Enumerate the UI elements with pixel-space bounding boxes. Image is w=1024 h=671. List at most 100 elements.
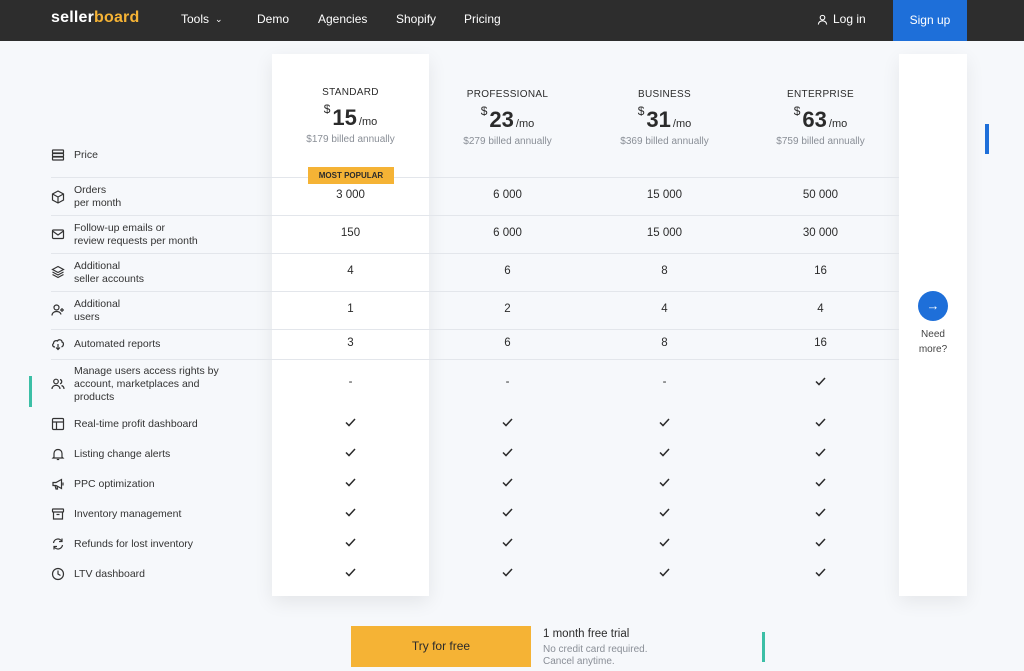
plan-price: $23/mo (480, 104, 535, 132)
check-icon (742, 477, 899, 489)
check-icon (429, 447, 586, 459)
feature-label: Automated reports (74, 338, 161, 350)
check-icon (429, 417, 586, 429)
plan-name: PROFESSIONAL (466, 89, 549, 100)
clock-icon (51, 567, 65, 581)
feature-label: Additional users (74, 298, 121, 323)
feature-label: PPC optimization (74, 478, 155, 490)
plan-business: BUSINESS $31/mo $369 billed annually (586, 89, 743, 147)
cell-business: 4 (661, 303, 668, 315)
plan-billed: $179 billed annually (306, 134, 395, 145)
row-highlight-marker (29, 376, 32, 407)
nav-pricing[interactable]: Pricing (464, 12, 501, 26)
cell-standard: 1 (347, 303, 354, 315)
cell-business: 8 (661, 265, 668, 277)
logo[interactable]: sellerboard (51, 9, 139, 27)
feature-row-access-rights: Manage users access rights by account, m… (51, 359, 899, 409)
cell-enterprise: 50 000 (802, 189, 839, 201)
users-icon (51, 378, 65, 390)
cell-standard: 4 (347, 265, 354, 277)
cell-professional: 6 000 (493, 189, 522, 201)
feature-label: Manage users access rights by account, m… (74, 365, 219, 403)
box-icon (51, 190, 65, 204)
most-popular-badge: MOST POPULAR (308, 167, 394, 184)
feature-row-inventory: Inventory management (51, 499, 899, 529)
price-tag-icon (51, 149, 65, 161)
plan-price: $31/mo (637, 104, 692, 132)
feature-label: Orders per month (74, 184, 122, 209)
plan-professional: PROFESSIONAL $23/mo $279 billed annually (429, 89, 586, 147)
feature-row-additional-users: Additional users 1 2 4 4 (51, 291, 899, 329)
feature-row-followup-emails: Follow-up emails or review requests per … (51, 215, 899, 253)
cell-enterprise: 16 (814, 265, 827, 277)
cell-professional: 2 (504, 303, 511, 315)
check-icon (586, 447, 743, 459)
feature-label: Listing change alerts (74, 448, 171, 460)
feature-label: Refunds for lost inventory (74, 538, 194, 550)
feature-row-listing-alerts: Listing change alerts (51, 439, 899, 469)
cell-enterprise: 4 (817, 303, 824, 315)
plan-billed: $759 billed annually (776, 136, 865, 147)
cell-business: - (662, 376, 667, 388)
plan-billed: $279 billed annually (463, 136, 552, 147)
check-icon (586, 537, 743, 549)
check-icon (272, 507, 429, 519)
plan-price: $15/mo (323, 102, 378, 130)
plan-standard: STANDARD $15/mo $179 billed annually (272, 87, 429, 145)
cell-professional: - (505, 376, 510, 388)
check-icon (742, 417, 899, 429)
plan-name: ENTERPRISE (787, 89, 854, 100)
need-more-label: Need more? (918, 329, 948, 355)
plan-price: $63/mo (793, 104, 848, 132)
try-for-free-button[interactable]: Try for free (351, 626, 531, 667)
check-icon (742, 537, 899, 549)
chevron-down-icon: ⌄ (215, 14, 223, 24)
check-icon (272, 567, 429, 579)
feature-label: Inventory management (74, 508, 182, 520)
archive-icon (51, 508, 65, 520)
feature-label: Additional seller accounts (74, 260, 145, 285)
cell-professional: 6 000 (493, 227, 522, 239)
feature-row-refunds: Refunds for lost inventory (51, 529, 899, 559)
feature-label: Real-time profit dashboard (74, 418, 198, 430)
plan-enterprise: ENTERPRISE $63/mo $759 billed annually (742, 89, 899, 147)
check-icon (742, 447, 899, 459)
cell-standard: 3 000 (336, 189, 365, 201)
nav-tools[interactable]: Tools ⌄ (181, 12, 223, 26)
check-icon (742, 567, 899, 579)
nav-agencies[interactable]: Agencies (318, 12, 367, 26)
plan-billed: $369 billed annually (620, 136, 709, 147)
feature-row-ppc: PPC optimization (51, 469, 899, 499)
mail-icon (51, 229, 65, 240)
cell-professional: 6 (504, 265, 511, 277)
cell-business: 8 (661, 337, 668, 349)
check-icon (272, 477, 429, 489)
check-icon (429, 507, 586, 519)
check-icon (429, 477, 586, 489)
refresh-icon (52, 538, 64, 550)
price-label: Price (74, 149, 98, 161)
plan-name: BUSINESS (638, 89, 691, 100)
signup-button[interactable]: Sign up (893, 0, 967, 41)
cell-business: 15 000 (646, 227, 683, 239)
check-icon (742, 507, 899, 519)
user-plus-icon (51, 304, 64, 316)
feature-row-profit-dashboard: Real-time profit dashboard (51, 409, 899, 439)
check-icon (272, 447, 429, 459)
cell-enterprise: 30 000 (802, 227, 839, 239)
nav-demo[interactable]: Demo (257, 12, 289, 26)
feature-label: LTV dashboard (74, 568, 146, 580)
cell-enterprise: 16 (814, 337, 827, 349)
login-link[interactable]: Log in (817, 12, 866, 26)
trial-note-cancel: Cancel anytime. (543, 656, 615, 667)
trial-title: 1 month free trial (543, 628, 630, 640)
nav-shopify[interactable]: Shopify (396, 12, 436, 26)
plan-name: STANDARD (322, 87, 379, 98)
cell-standard: 150 (340, 227, 361, 239)
cta-marker (762, 632, 765, 662)
cloud-download-icon (52, 339, 65, 351)
check-icon (586, 417, 743, 429)
check-icon (586, 507, 743, 519)
feature-label: Follow-up emails or review requests per … (74, 222, 198, 247)
need-more-arrow-button[interactable]: → (918, 291, 948, 321)
